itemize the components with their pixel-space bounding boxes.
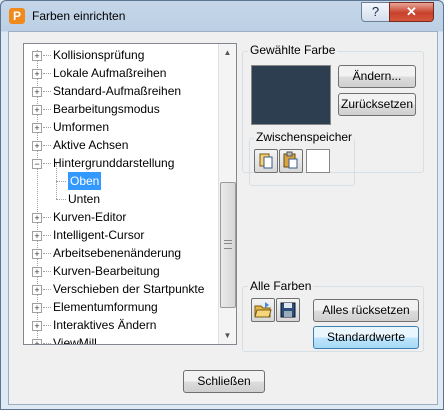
expand-icon[interactable]: + [32, 69, 42, 79]
tree-item-label: Hintergrunddarstellung [53, 156, 175, 170]
tree-item-label: Aktive Achsen [53, 138, 129, 152]
tree-item-label: ViewMill [53, 336, 97, 345]
tree-branch-line [43, 163, 51, 164]
clipboard-group: Zwischenspeicher [249, 130, 355, 186]
paste-icon [283, 151, 298, 169]
clipboard-slot-swatch[interactable] [306, 149, 330, 173]
clipboard-label: Zwischenspeicher [254, 130, 355, 144]
tree-branch-line [43, 325, 51, 326]
tree-item-label: Interaktives Ändern [53, 318, 157, 332]
expand-icon[interactable]: + [32, 249, 42, 259]
expand-icon[interactable]: + [32, 321, 42, 331]
tree-branch-line [43, 235, 51, 236]
close-button[interactable]: Schließen [183, 370, 265, 393]
tree-branch-line [43, 289, 51, 290]
copy-color-button[interactable] [254, 149, 278, 173]
dialog-body: + Kollisionsprüfung + Lokale Aufmaßreihen + S… [8, 31, 438, 405]
scroll-thumb[interactable] [220, 182, 236, 308]
window-title: Farben einrichten [32, 9, 126, 23]
tree-branch-line [56, 163, 57, 181]
tree-item-label: Unten [68, 192, 101, 206]
paste-color-button[interactable] [279, 149, 303, 173]
tree-branch-line [43, 55, 51, 56]
tree-branch-line [43, 91, 51, 92]
folder-open-icon [254, 302, 272, 318]
color-category-tree[interactable]: + Kollisionsprüfung + Lokale Aufmaßreihen + S… [23, 43, 237, 345]
app-icon: P [9, 8, 25, 24]
grip-icon [224, 240, 232, 249]
close-window-button[interactable]: ✕ [389, 2, 434, 22]
expand-icon[interactable]: + [32, 339, 42, 344]
expand-icon[interactable]: + [32, 105, 42, 115]
tree-branch-line [43, 145, 51, 146]
tree-item-label: Elementumformung [53, 300, 158, 314]
expand-icon[interactable]: + [32, 303, 42, 313]
reset-color-button[interactable]: Zurücksetzen [338, 93, 416, 116]
tree-item-label: Lokale Aufmaßreihen [53, 66, 167, 80]
tree-branch-line [56, 181, 57, 199]
change-color-button[interactable]: Ändern... [338, 65, 416, 88]
tree-branch-line [43, 127, 51, 128]
tree-branch-line [56, 199, 66, 200]
dialog-window: P Farben einrichten ? ✕ + Kollisionsprüfu… [0, 0, 444, 410]
help-button[interactable]: ? [361, 2, 390, 22]
all-colors-label: Alle Farben [248, 279, 314, 293]
scroll-down-arrow-icon[interactable]: ▼ [219, 327, 236, 344]
selected-color-swatch[interactable] [251, 65, 331, 125]
open-colors-button[interactable] [251, 298, 275, 322]
expand-icon[interactable]: + [32, 213, 42, 223]
tree-item-label: Kurven-Editor [53, 210, 127, 224]
tree-branch-line [43, 253, 51, 254]
expand-icon[interactable]: + [32, 51, 42, 61]
tree-item-label: Arbeitsebenenänderung [53, 246, 182, 260]
expand-icon[interactable]: + [32, 231, 42, 241]
defaults-button[interactable]: Standardwerte [313, 326, 419, 349]
tree-branch-line [43, 217, 51, 218]
all-colors-group: Alle Farben Alles rücksetzen Standardwer… [242, 279, 424, 352]
tree-item-label: Standard-Aufmaßreihen [53, 84, 182, 98]
expand-icon[interactable]: + [32, 87, 42, 97]
tree-item-label: Bearbeitungsmodus [53, 102, 160, 116]
selected-color-group: Gewählte Farbe Ändern... Zurücksetzen Zw… [242, 43, 424, 186]
title-bar[interactable]: P Farben einrichten ? ✕ [1, 1, 443, 31]
tree-branch-line [43, 109, 51, 110]
scroll-up-arrow-icon[interactable]: ▲ [219, 44, 236, 61]
tree-scrollbar[interactable]: ▲ ▼ [218, 44, 236, 344]
save-icon [280, 302, 296, 318]
tree-branch-line [56, 181, 66, 182]
tree-branch-line [43, 271, 51, 272]
expand-icon[interactable]: + [32, 285, 42, 295]
collapse-icon[interactable]: − [32, 159, 42, 169]
tree-branch-line [43, 73, 51, 74]
expand-icon[interactable]: + [32, 141, 42, 151]
copy-icon [259, 153, 273, 169]
tree-item-label: Kurven-Bearbeitung [53, 264, 160, 278]
tree-branch-line [43, 307, 51, 308]
save-colors-button[interactable] [276, 298, 300, 322]
tree-item-label: Oben [68, 172, 102, 190]
tree-branch-line [43, 343, 51, 344]
tree-item-label: Verschieben der Startpunkte [53, 282, 205, 296]
tree-item-label: Intelligent-Cursor [53, 228, 145, 242]
expand-icon[interactable]: + [32, 123, 42, 133]
reset-all-button[interactable]: Alles rücksetzen [313, 299, 419, 322]
selected-color-label: Gewählte Farbe [248, 43, 338, 57]
tree-item-label: Umformen [53, 120, 110, 134]
expand-icon[interactable]: + [32, 267, 42, 277]
tree-item-label: Kollisionsprüfung [53, 48, 145, 62]
